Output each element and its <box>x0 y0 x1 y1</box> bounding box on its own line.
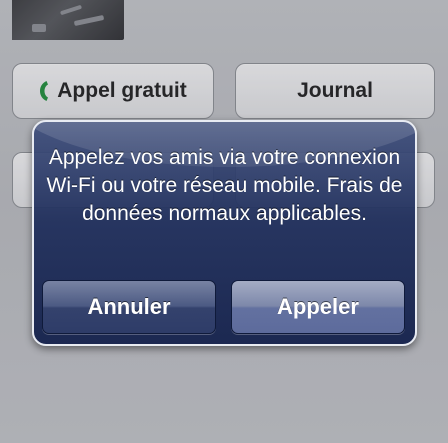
call-confirmation-alert: Appelez vos amis via votre connexion Wi-… <box>32 120 417 346</box>
alert-message: Appelez vos amis via votre connexion Wi-… <box>46 146 403 225</box>
cancel-button[interactable]: Annuler <box>42 280 216 334</box>
call-button[interactable]: Appeler <box>231 280 405 334</box>
